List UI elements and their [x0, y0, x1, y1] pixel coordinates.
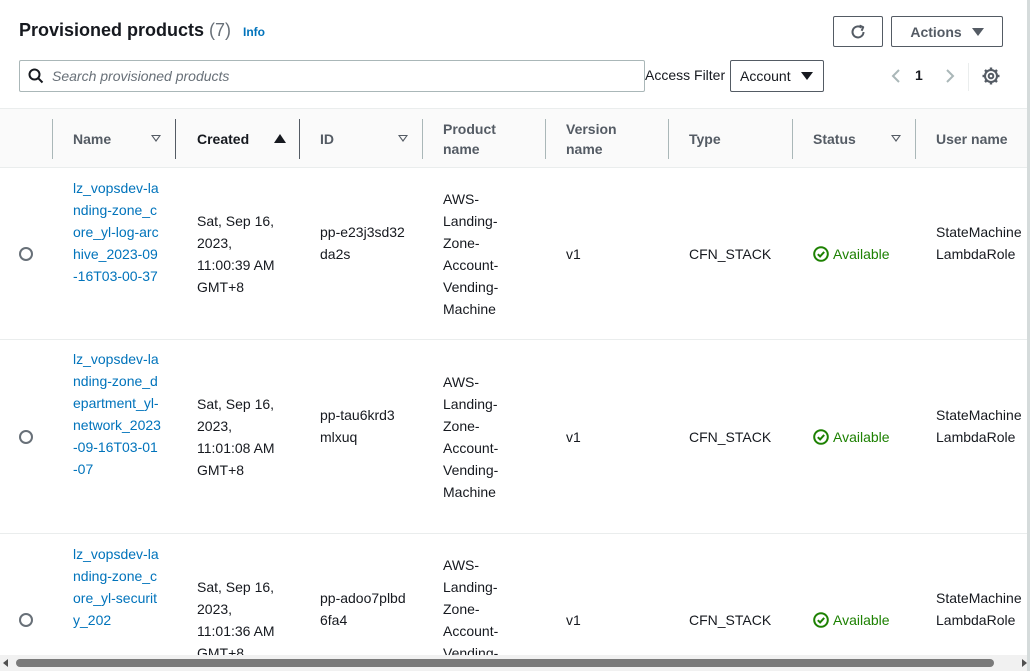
column-header-product-name-label: Product name: [443, 121, 496, 157]
created-date: Sat, Sep 16, 2023, 11:01:36 AM GMT+8: [197, 579, 275, 655]
row-select-radio[interactable]: [19, 430, 33, 444]
sort-ascending-icon: [274, 134, 286, 143]
chevron-left-icon: [891, 69, 900, 83]
column-header-version-name[interactable]: Version name: [566, 109, 646, 169]
table-header-bar: Provisioned products (7) Info Actions Ac…: [0, 0, 1030, 108]
row-select-radio[interactable]: [19, 247, 33, 261]
user-name: StateMachineLambdaRole: [936, 224, 1022, 262]
created-date: Sat, Sep 16, 2023, 11:01:08 AM GMT+8: [197, 396, 275, 478]
product-name-link[interactable]: lz_vopsdev-landing-zone_department_yl-ne…: [73, 348, 161, 480]
scroll-left-arrow-icon[interactable]: [3, 659, 8, 667]
refresh-icon: [851, 24, 865, 38]
column-header-version-name-label: Version name: [566, 121, 617, 157]
scrollbar-thumb[interactable]: [16, 659, 994, 667]
actions-button[interactable]: Actions: [891, 16, 1003, 47]
column-resizer[interactable]: [545, 119, 546, 159]
check-circle-icon: [813, 246, 829, 262]
created-date: Sat, Sep 16, 2023, 11:00:39 AM GMT+8: [197, 213, 275, 295]
column-header-user-name-label: User name: [936, 131, 1008, 147]
column-resizer[interactable]: [915, 119, 916, 159]
gear-icon: [982, 67, 1000, 85]
refresh-button[interactable]: [833, 16, 883, 47]
sort-indicator-icon: [151, 135, 161, 142]
chevron-right-icon: [946, 69, 955, 83]
column-separator: [52, 119, 53, 159]
check-circle-icon: [813, 429, 829, 445]
version-name: v1: [566, 612, 581, 628]
column-resizer[interactable]: [422, 119, 423, 159]
access-filter-value: Account: [740, 68, 791, 84]
status-badge: Available: [813, 426, 890, 448]
column-header-name[interactable]: Name: [73, 109, 111, 169]
type: CFN_STACK: [689, 612, 772, 628]
column-resizer[interactable]: [792, 119, 793, 159]
status-text: Available: [833, 429, 890, 445]
product-name: AWS-Landing-Zone-Account-Vending-: [443, 557, 499, 655]
product-name-link[interactable]: lz_vopsdev-landing-zone_core_yl-security…: [73, 543, 161, 631]
type: CFN_STACK: [689, 429, 772, 445]
version-name: v1: [566, 429, 581, 445]
table-row: lz_vopsdev-landing-zone_department_yl-ne…: [0, 340, 1030, 534]
access-filter-select[interactable]: Account: [730, 60, 824, 92]
column-header-name-label: Name: [73, 131, 112, 147]
status-badge: Available: [813, 609, 890, 631]
user-name: StateMachineLambdaRole: [936, 407, 1022, 445]
status-badge: Available: [813, 243, 890, 265]
provisioned-product-id: pp-adoo7plbd6fa4: [320, 590, 406, 628]
column-header-type-label: Type: [689, 131, 721, 147]
product-name: AWS-Landing-Zone-Account-Vending-Machine: [443, 374, 499, 500]
product-name-link[interactable]: lz_vopsdev-landing-zone_core_yl-log-arch…: [73, 177, 161, 287]
column-resizer[interactable]: [299, 119, 300, 159]
access-filter-label: Access Filter: [645, 67, 726, 83]
check-circle-icon: [813, 612, 829, 628]
settings-button[interactable]: [980, 64, 1002, 88]
sort-indicator-icon: [398, 135, 408, 142]
column-resizer[interactable]: [175, 119, 176, 159]
provisioned-product-id: pp-tau6krd3mlxuq: [320, 407, 395, 445]
column-header-user-name[interactable]: User name: [936, 109, 1008, 169]
column-header-status[interactable]: Status: [813, 109, 856, 169]
actions-label: Actions: [910, 23, 962, 40]
previous-page-button[interactable]: [886, 64, 906, 88]
sort-indicator-icon: [891, 135, 901, 142]
user-name: StateMachineLambdaRole: [936, 590, 1022, 628]
column-header-product-name[interactable]: Product name: [443, 109, 523, 169]
product-name: AWS-Landing-Zone-Account-Vending-Machine: [443, 191, 499, 317]
caret-down-icon: [801, 72, 813, 80]
row-select-radio[interactable]: [19, 613, 33, 627]
current-page-number[interactable]: 1: [915, 67, 923, 83]
version-name: v1: [566, 246, 581, 262]
item-count: (7): [209, 20, 232, 40]
divider: [968, 63, 969, 91]
column-header-id[interactable]: ID: [320, 109, 334, 169]
column-header-created[interactable]: Created: [197, 109, 249, 169]
next-page-button[interactable]: [940, 64, 960, 88]
column-header-id-label: ID: [320, 131, 334, 147]
info-link[interactable]: Info: [243, 25, 265, 39]
status-text: Available: [833, 612, 890, 628]
status-text: Available: [833, 246, 890, 262]
column-header-type[interactable]: Type: [689, 109, 721, 169]
column-header-status-label: Status: [813, 131, 856, 147]
search-icon: [20, 68, 52, 84]
type: CFN_STACK: [689, 246, 772, 262]
table-row: lz_vopsdev-landing-zone_core_yl-log-arch…: [0, 168, 1030, 340]
table-row: lz_vopsdev-landing-zone_core_yl-security…: [0, 534, 1030, 655]
search-field[interactable]: [19, 60, 645, 92]
horizontal-scrollbar[interactable]: [0, 655, 1030, 671]
caret-down-icon: [971, 27, 984, 36]
provisioned-product-id: pp-e23j3sd32da2s: [320, 224, 405, 262]
column-resizer[interactable]: [668, 119, 669, 159]
table-column-headers: Name Created ID Product name Version nam…: [0, 108, 1030, 168]
page-title-text: Provisioned products: [19, 20, 205, 40]
search-input[interactable]: [52, 68, 632, 84]
page-title: Provisioned products (7): [19, 20, 231, 41]
column-header-created-label: Created: [197, 131, 250, 147]
